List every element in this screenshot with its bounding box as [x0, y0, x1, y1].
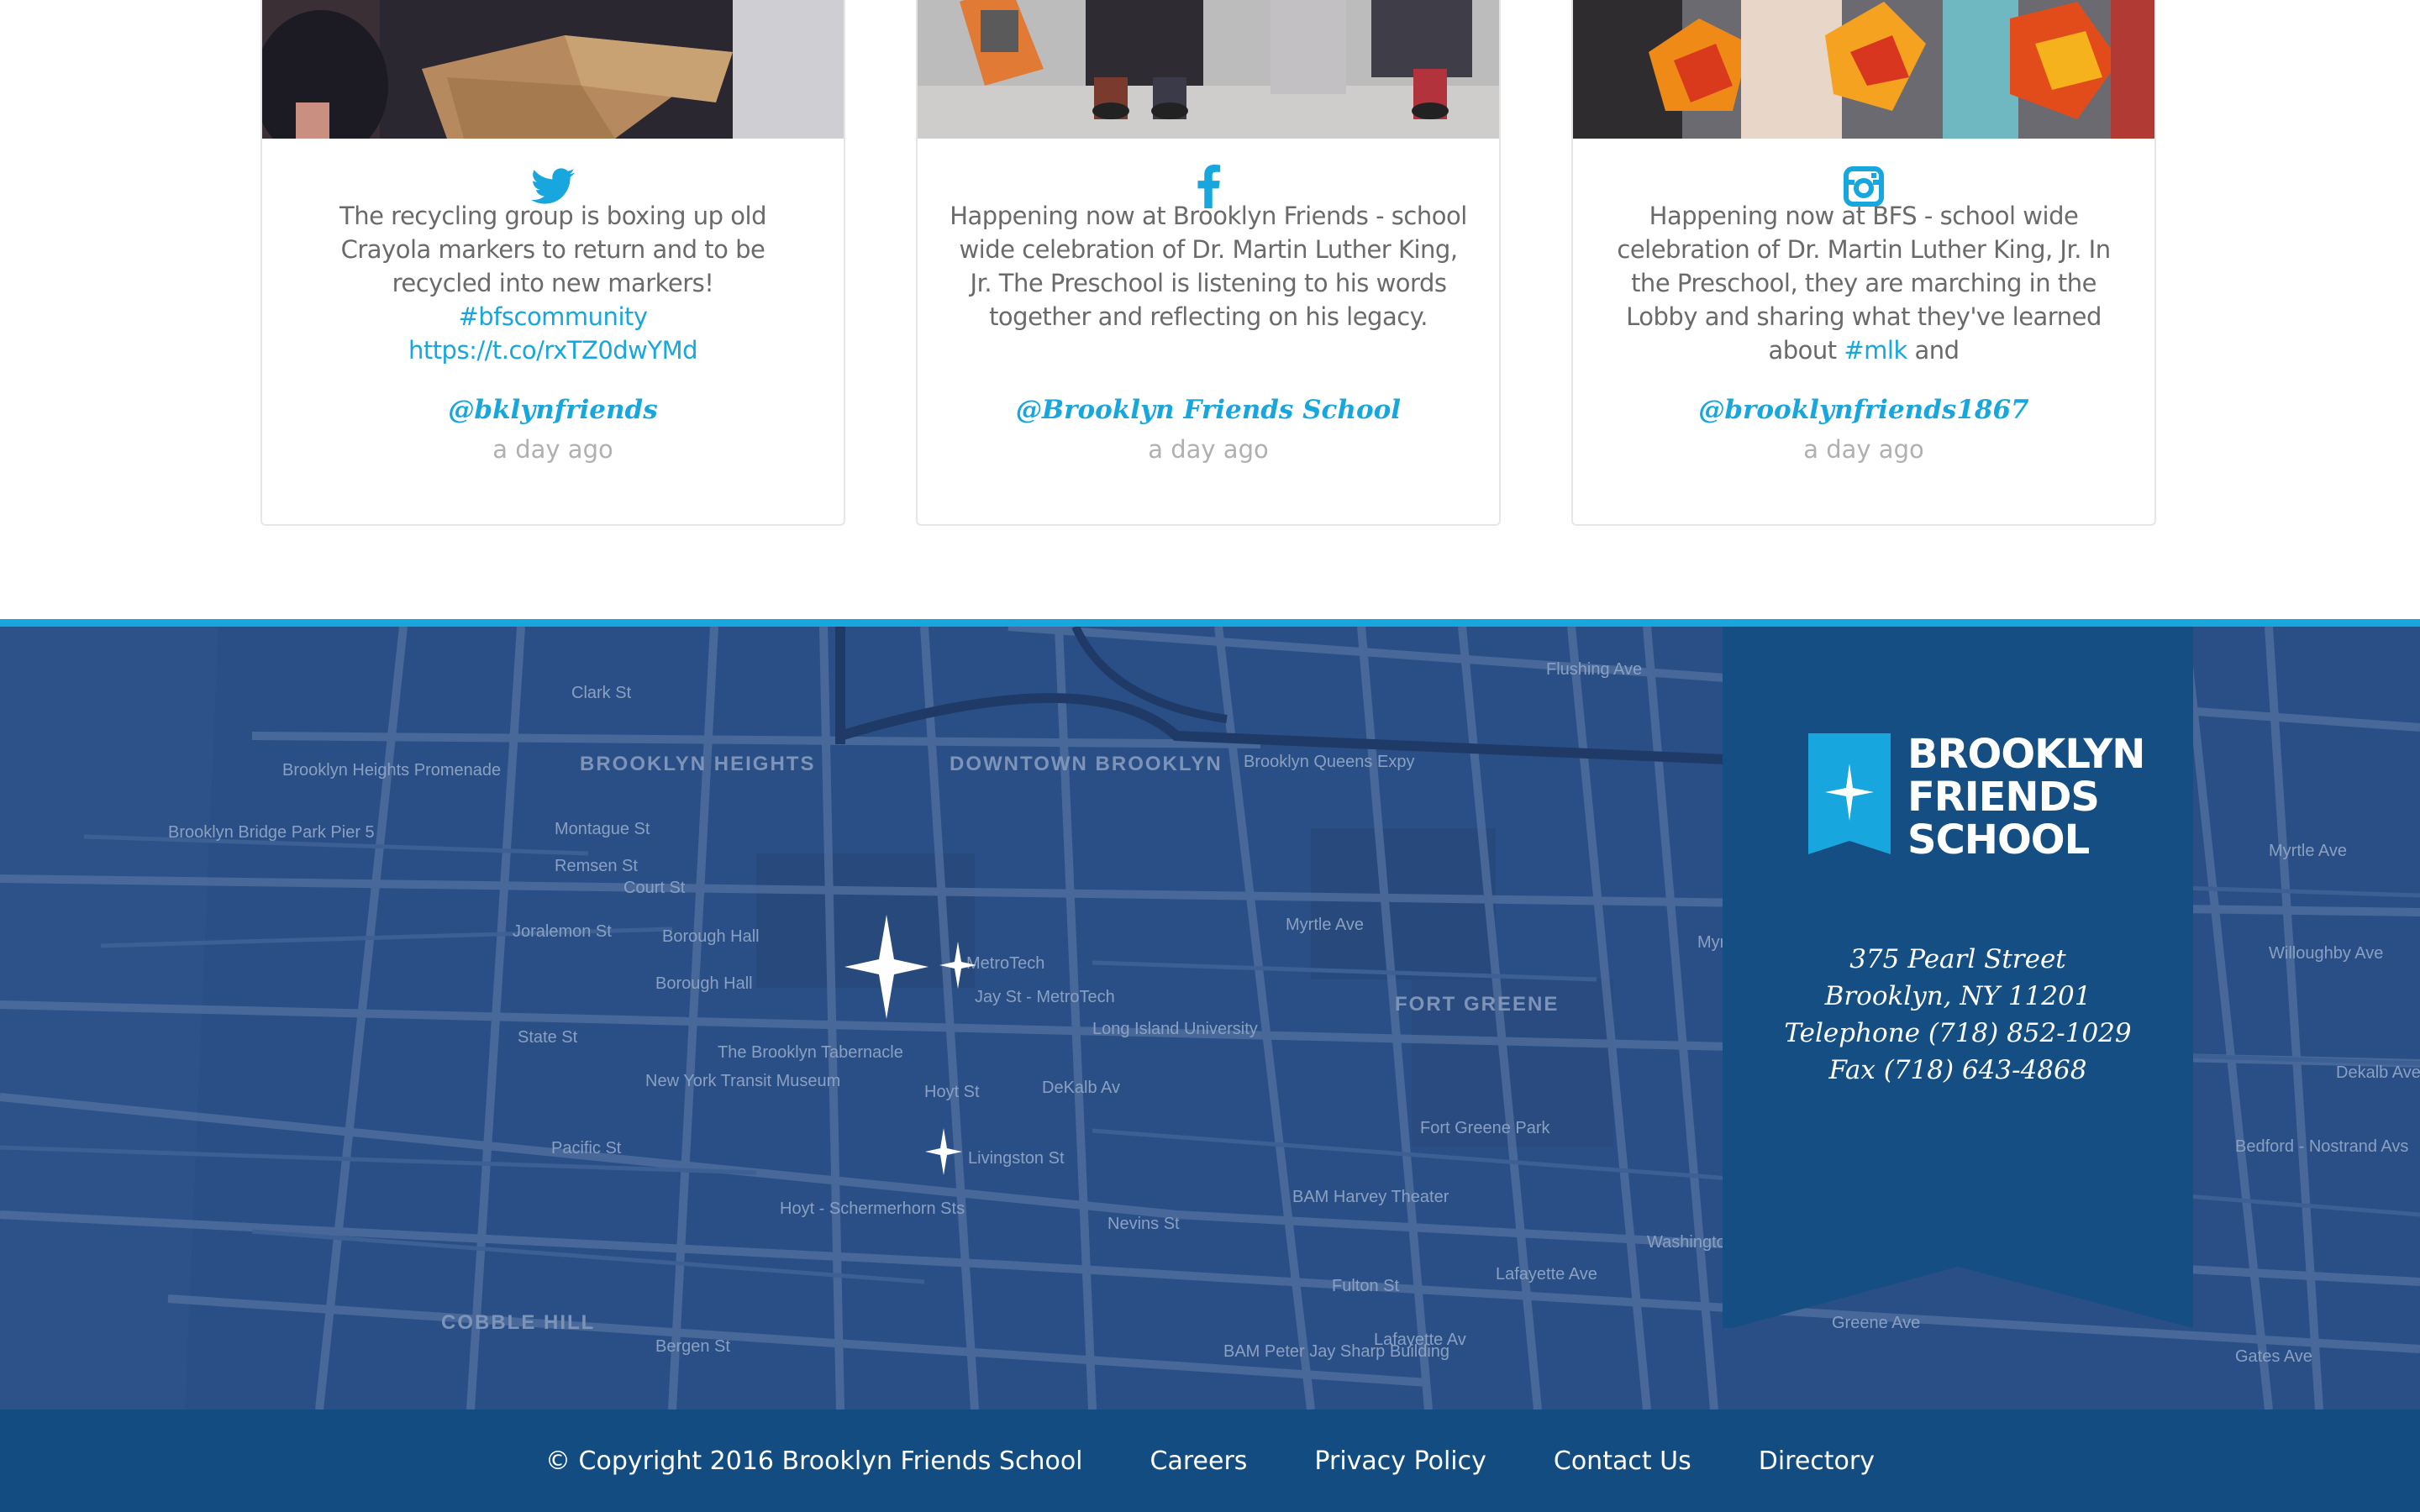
post-text: Happening now at Brooklyn Friends - scho… — [950, 199, 1467, 333]
map-marker-star-small[interactable] — [939, 940, 977, 990]
address-telephone[interactable]: Telephone (718) 852-1029 — [1723, 1015, 2193, 1052]
map-label-nevins: Nevins St — [1107, 1215, 1180, 1233]
map-label-hoyt: Hoyt St — [924, 1083, 980, 1101]
map-label-fort-greene: FORT GREENE — [1395, 993, 1560, 1016]
accent-divider — [0, 619, 2420, 627]
map-label-myrtle-right: Myrtle Ave — [2269, 842, 2347, 860]
map-label-bridge-park: Brooklyn Bridge Park Pier 5 — [168, 823, 375, 842]
map-label-cobble-hill: COBBLE HILL — [441, 1311, 596, 1334]
address-block: 375 Pearl Street Brooklyn, NY 11201 Tele… — [1723, 941, 2193, 1089]
footer-link-privacy[interactable]: Privacy Policy — [1314, 1446, 1486, 1476]
map-label-clark: Clark St — [571, 684, 632, 702]
hashtag-link[interactable]: #mlk — [1844, 336, 1907, 365]
logo-wordmark: BROOKLYN FRIENDS SCHOOL — [1907, 731, 2145, 864]
post-time: a day ago — [492, 435, 613, 464]
facebook-card[interactable]: Happening now at Brooklyn Friends - scho… — [916, 0, 1501, 526]
map-label-flushing: Flushing Ave — [1546, 660, 1643, 679]
map-label-borough-hall: Borough Hall — [662, 927, 760, 946]
footer-link-directory[interactable]: Directory — [1759, 1446, 1875, 1476]
map-label-transit: New York Transit Museum — [645, 1072, 841, 1090]
map-label-fort-greene-park: Fort Greene Park — [1420, 1119, 1550, 1137]
post-body-tail: and — [1907, 336, 1960, 365]
post-body: The recycling group is boxing up old Cra… — [339, 202, 766, 297]
map-label-lafayette: Lafayette Ave — [1496, 1265, 1597, 1284]
map-label-myrtle: Myrtle Ave — [1286, 916, 1364, 934]
map-label-liu: Long Island University — [1092, 1020, 1258, 1038]
map-label-tabernacle: The Brooklyn Tabernacle — [718, 1043, 903, 1062]
logo-line: BROOKLYN — [1907, 731, 2145, 778]
footer-link-contact[interactable]: Contact Us — [1554, 1446, 1691, 1476]
map-label-livingston: Livingston St — [968, 1149, 1065, 1168]
footer-link-careers[interactable]: Careers — [1150, 1446, 1248, 1476]
map-label-heights: BROOKLYN HEIGHTS — [580, 753, 816, 775]
map-label-fulton: Fulton St — [1332, 1277, 1400, 1295]
map-label-metrotech: MetroTech — [966, 954, 1045, 973]
map-label-lafayette-2: Lafayette Av — [1374, 1331, 1466, 1349]
map-label-willoughby: Willoughby Ave — [2269, 944, 2384, 963]
hashtag-link[interactable]: #bfscommunity — [458, 302, 648, 331]
map-label-bqe: Brooklyn Queens Expy — [1244, 753, 1415, 771]
map-label-bergen: Bergen St — [655, 1337, 730, 1356]
logo-line: SCHOOL — [1907, 816, 2090, 864]
footer-bar: © Copyright 2016 Brooklyn Friends School… — [0, 1410, 2420, 1512]
logo-line: FRIENDS — [1907, 774, 2100, 821]
post-photo[interactable] — [1573, 0, 2154, 139]
post-body: Happening now at Brooklyn Friends - scho… — [950, 202, 1467, 331]
address-fax: Fax (718) 643-4868 — [1828, 1055, 2087, 1085]
map-label-remsen: Remsen St — [555, 857, 638, 875]
map-label-joralemon: Joralemon St — [513, 922, 612, 941]
post-url-link[interactable]: https://t.co/rxTZ0dwYMd — [408, 336, 698, 365]
map-label-hoyt-schermerhorn: Hoyt - Schermerhorn Sts — [780, 1200, 965, 1218]
map-label-state: State St — [518, 1028, 578, 1047]
address-street: 375 Pearl Street — [1849, 944, 2066, 974]
twitter-card[interactable]: The recycling group is boxing up old Cra… — [260, 0, 845, 526]
map-label-nostrand: Bedford - Nostrand Avs — [2235, 1137, 2409, 1156]
map-label-montague: Montague St — [555, 820, 650, 838]
post-text: Happening now at BFS - school wide celeb… — [1605, 199, 2123, 367]
post-time: a day ago — [1803, 435, 1924, 464]
map-label-dekalb: DeKalb Av — [1042, 1079, 1121, 1097]
map-label-pacific: Pacific St — [551, 1139, 622, 1158]
instagram-card[interactable]: Happening now at BFS - school wide celeb… — [1571, 0, 2156, 526]
school-logo[interactable]: BROOKLYN FRIENDS SCHOOL — [1808, 733, 2145, 862]
map-label-promenade: Brooklyn Heights Promenade — [282, 761, 502, 780]
account-handle[interactable]: @brooklynfriends1867 — [1573, 395, 2154, 425]
account-handle[interactable]: @bklynfriends — [262, 395, 844, 425]
post-text: The recycling group is boxing up old Cra… — [294, 199, 812, 367]
copyright-text: © Copyright 2016 Brooklyn Friends School — [544, 1446, 1083, 1476]
map-label-borough-hall-2: Borough Hall — [655, 974, 753, 993]
map-label-court: Court St — [623, 879, 686, 897]
map-marker-star-large[interactable] — [840, 912, 933, 1021]
address-city: Brooklyn, NY 11201 — [1824, 981, 2091, 1011]
logo-flag-icon — [1808, 733, 1891, 854]
post-photo[interactable] — [918, 0, 1499, 139]
map-label-jay: Jay St - MetroTech — [975, 988, 1115, 1006]
map-label-gates: Gates Ave — [2235, 1347, 2312, 1366]
account-handle[interactable]: @Brooklyn Friends School — [918, 395, 1499, 425]
map-label-bam: BAM Harvey Theater — [1292, 1188, 1449, 1206]
post-time: a day ago — [1148, 435, 1269, 464]
map-marker-star-small[interactable] — [924, 1126, 963, 1177]
map-label-downtown: DOWNTOWN BROOKLYN — [950, 753, 1223, 775]
social-feed: The recycling group is boxing up old Cra… — [0, 0, 2420, 622]
post-photo[interactable] — [262, 0, 844, 139]
map-label-dekalb-2: Dekalb Ave — [2336, 1063, 2420, 1082]
